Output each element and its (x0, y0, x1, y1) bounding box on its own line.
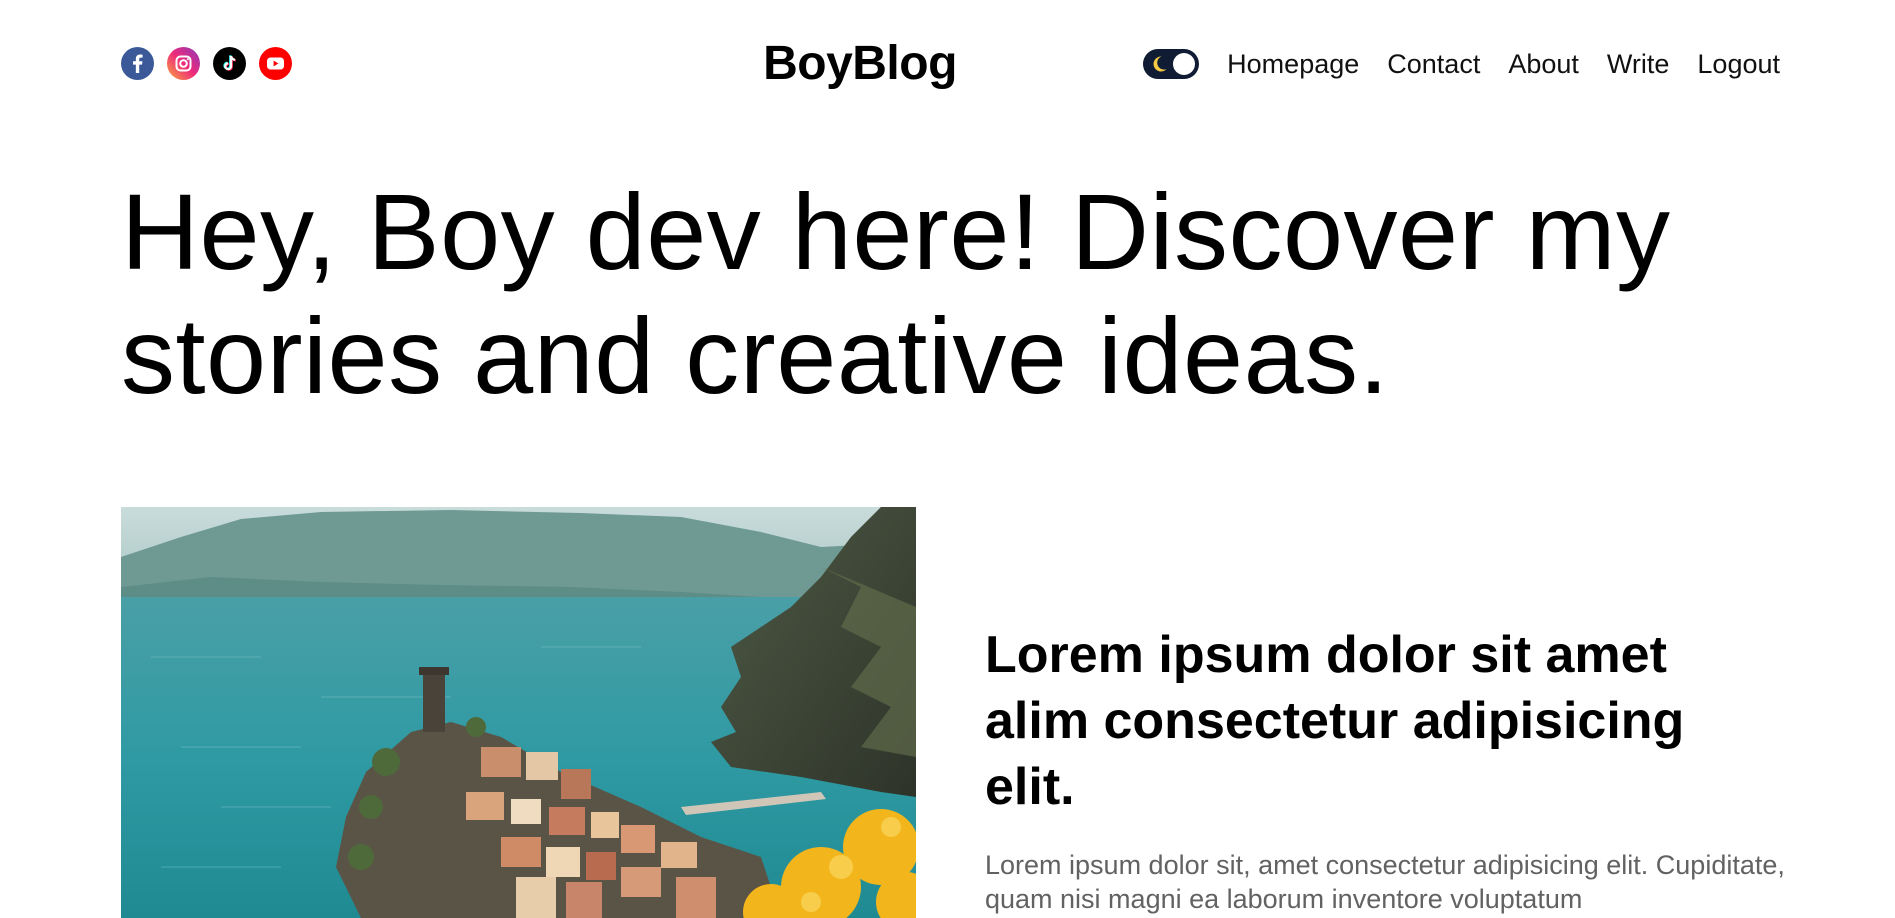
nav-link-write[interactable]: Write (1607, 44, 1670, 84)
nav-link-contact[interactable]: Contact (1387, 44, 1480, 84)
hero-greeting: Hey, Boy dev here! (121, 171, 1041, 292)
blog-homepage: BoyBlog Homepage Contact About Write Log… (0, 0, 1895, 918)
theme-toggle[interactable] (1143, 49, 1200, 79)
hero-heading: Hey, Boy dev here! Discover my stories a… (121, 170, 1801, 418)
nav-link-homepage[interactable]: Homepage (1227, 44, 1359, 84)
featured-post-image[interactable] (121, 507, 916, 918)
moon-icon (1153, 56, 1167, 72)
nav-link-logout[interactable]: Logout (1697, 44, 1780, 84)
toggle-knob (1173, 53, 1196, 75)
navbar: BoyBlog Homepage Contact About Write Log… (0, 0, 1895, 128)
nav-link-about[interactable]: About (1508, 44, 1579, 84)
featured-post-title[interactable]: Lorem ipsum dolor sit amet alim consecte… (985, 622, 1775, 820)
featured-post-description: Lorem ipsum dolor sit, amet consectetur … (985, 850, 1785, 914)
main-nav: Homepage Contact About Write Logout (1143, 44, 1780, 84)
